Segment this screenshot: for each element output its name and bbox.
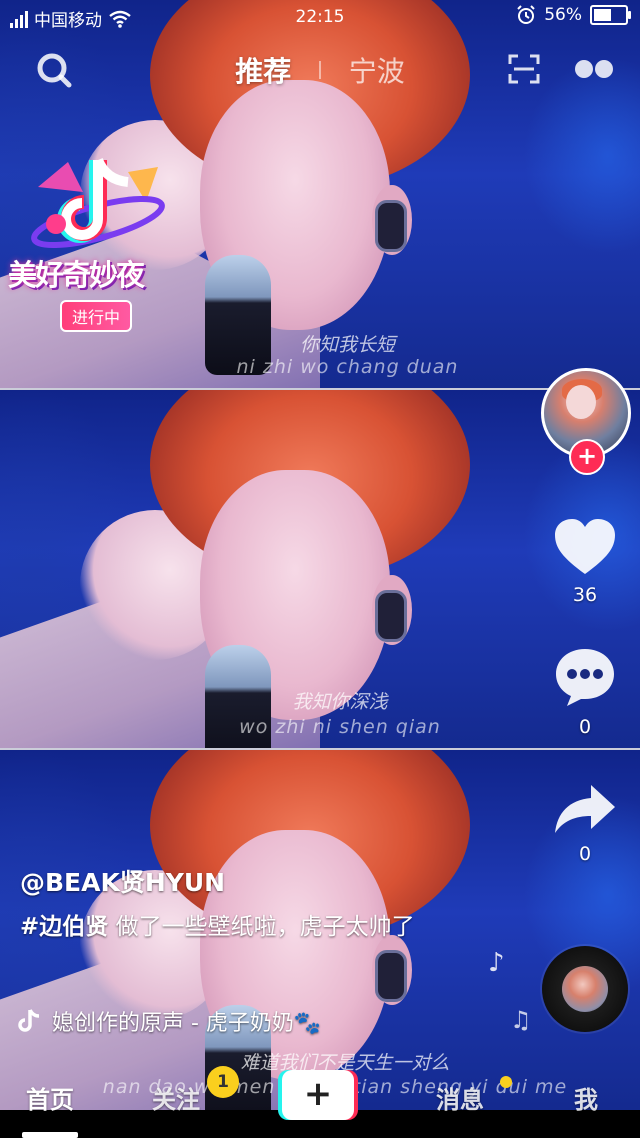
follow-badge: 1 xyxy=(207,1066,239,1098)
bottom-nav: 首页 关注 1 + 消息 我 xyxy=(0,1062,640,1138)
follow-plus-button[interactable]: + xyxy=(569,439,605,475)
author-handle[interactable]: @BEAK贤HYUN xyxy=(20,863,225,899)
music-note-icon xyxy=(18,1009,40,1032)
scan-icon[interactable] xyxy=(506,52,542,86)
tab-recommend[interactable]: 推荐 xyxy=(235,50,291,90)
event-title: 美好奇妙夜 xyxy=(8,258,145,292)
comment-count: 0 xyxy=(578,716,592,738)
lyric-line: 你知我长短 xyxy=(299,334,395,356)
feed-tabs: 推荐 宁波 xyxy=(0,50,640,90)
tab-divider xyxy=(319,61,321,79)
event-status-badge: 进行中 xyxy=(60,300,133,332)
music-note-icon: ♫ xyxy=(510,1006,532,1034)
heart-icon xyxy=(555,519,615,574)
more-icon[interactable] xyxy=(574,58,614,80)
like-count: 36 xyxy=(572,584,598,606)
music-title: 媳创作的原声 - 虎子奶奶🐾 xyxy=(52,1011,322,1036)
music-disc[interactable] xyxy=(542,946,628,1032)
comment-button[interactable]: 0 xyxy=(545,646,625,738)
caption-text: 做了一些壁纸啦，虎子太帅了 xyxy=(108,914,415,940)
message-dot xyxy=(500,1076,512,1088)
tiktok-logo-icon xyxy=(31,157,165,249)
nav-messages[interactable]: 消息 xyxy=(436,1080,484,1115)
post-caption: #边伯贤 做了一些壁纸啦，虎子太帅了 xyxy=(20,910,450,944)
nav-follow[interactable]: 关注 xyxy=(152,1080,200,1115)
add-video-button[interactable]: + xyxy=(282,1070,354,1120)
share-icon xyxy=(555,785,615,833)
home-indicator xyxy=(22,1132,78,1138)
video-frame-2: 我知你深浅 wo zhi ni shen qian xyxy=(0,390,640,748)
alarm-icon xyxy=(517,5,535,24)
nav-home[interactable]: 首页 xyxy=(26,1080,74,1115)
comment-icon xyxy=(556,649,614,706)
tab-city[interactable]: 宁波 xyxy=(349,50,405,90)
top-nav: 推荐 宁波 xyxy=(0,38,640,98)
lyric-pinyin: ni zhi wo chang duan xyxy=(236,356,459,378)
music-row[interactable]: 媳创作的原声 - 虎子奶奶🐾 xyxy=(18,1005,372,1037)
share-count: 0 xyxy=(578,843,592,865)
like-button[interactable]: 36 xyxy=(545,518,625,606)
battery-percent: 56% xyxy=(544,5,582,25)
status-right: 56% xyxy=(516,5,631,25)
status-bar: 中国移动 22:15 56% xyxy=(0,0,640,34)
hashtag-link[interactable]: #边伯贤 xyxy=(20,914,108,940)
share-button[interactable]: 0 xyxy=(545,783,625,865)
nav-me[interactable]: 我 xyxy=(574,1080,598,1115)
event-badge[interactable]: 美好奇妙夜 进行中 xyxy=(8,152,188,332)
battery-icon xyxy=(590,5,631,25)
music-note-icon: ♪ xyxy=(488,948,505,978)
